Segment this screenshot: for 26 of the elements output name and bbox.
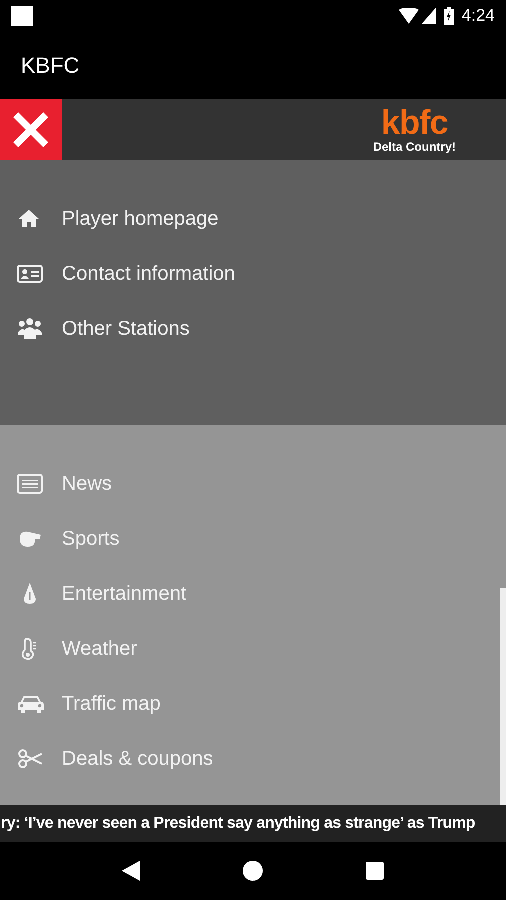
home-icon[interactable] — [242, 861, 263, 881]
people-icon — [17, 316, 45, 340]
menu-item[interactable]: Contact information — [0, 246, 490, 301]
menu-item[interactable]: Other Stations — [0, 301, 490, 356]
logo-tagline: Delta Country! — [373, 140, 456, 154]
menu-item[interactable]: Deals & coupons — [0, 731, 490, 786]
back-icon[interactable] — [122, 861, 140, 881]
menu-item[interactable]: Entertainment — [0, 566, 490, 621]
menu-item[interactable]: Sports — [0, 511, 490, 566]
battery-icon — [444, 7, 454, 25]
notification-icon — [11, 6, 33, 26]
menu-item[interactable]: Traffic map — [0, 676, 490, 731]
signal-icon — [422, 8, 436, 24]
scissors-icon — [17, 746, 45, 770]
close-icon — [13, 112, 49, 148]
close-button[interactable] — [0, 99, 62, 160]
wifi-icon — [398, 8, 419, 24]
ticker-headline: ry: ‘I’ve never seen a President say anything as strange’ as Trump — [0, 814, 476, 834]
app-title: KBFC — [21, 52, 80, 80]
logo-text: kbfc — [381, 106, 448, 140]
menu-item[interactable]: Weather — [0, 621, 490, 676]
menu-item[interactable]: Player homepage — [0, 191, 490, 246]
menu-item[interactable]: News — [0, 456, 490, 511]
clock-time: 4:24 — [462, 5, 495, 28]
newspaper-icon — [17, 472, 45, 496]
recents-icon[interactable] — [366, 862, 384, 880]
